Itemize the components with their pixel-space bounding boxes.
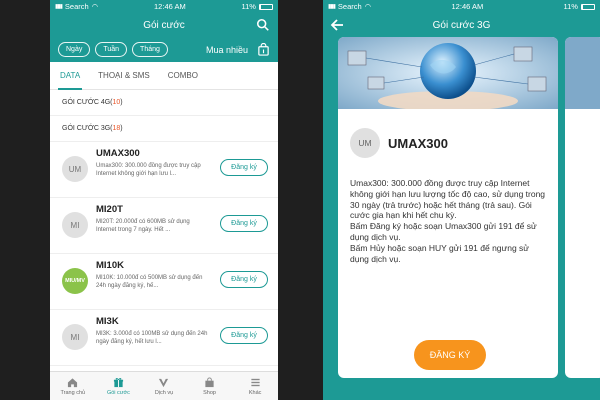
search-icon[interactable] xyxy=(256,18,270,32)
nav-packages-label: Gói cước xyxy=(106,389,130,396)
package-description: Umax300: 300.000 đồng được truy cập Inte… xyxy=(96,163,201,177)
tab-combo[interactable]: COMBO xyxy=(168,62,198,89)
battery-icon xyxy=(580,3,595,10)
battery-icon xyxy=(258,3,273,10)
register-button[interactable]: ĐĂNG KÝ xyxy=(414,340,486,370)
battery-percent: 11% xyxy=(241,2,256,11)
signal-icon: ▮▮▮ xyxy=(55,4,63,10)
status-time: 12:46 AM xyxy=(154,2,186,11)
register-button[interactable]: Đăng ký xyxy=(220,159,268,176)
avatar: UM xyxy=(350,128,380,158)
tab-voice-sms[interactable]: THOẠI & SMS xyxy=(98,62,150,89)
status-bar: ▮▮▮ Search ◠ 12:46 AM 11% xyxy=(50,0,278,13)
description-line: Bấm Đăng ký hoặc soạn Umax300 gửi 191 để… xyxy=(350,221,537,242)
section-4g[interactable]: GÓI CƯỚC 4G(10) xyxy=(50,90,278,116)
nav-packages[interactable]: Gói cước xyxy=(96,372,142,400)
register-button[interactable]: Đăng ký xyxy=(220,327,268,344)
section-4g-count: 10 xyxy=(112,99,121,106)
package-name: UMAX300 xyxy=(96,148,140,159)
battery-percent: 11% xyxy=(563,2,578,11)
header: ▮▮▮ Search ◠ 12:46 AM 11% Gói cước Ngày … xyxy=(50,0,278,62)
next-banner-image xyxy=(565,37,600,109)
tab-data[interactable]: DATA xyxy=(57,62,83,90)
home-icon xyxy=(68,377,78,387)
package-detail-card: UM UMAX300 Umax300: 300.000 đồng được tr… xyxy=(338,37,558,378)
avatar: MI xyxy=(62,324,88,350)
status-bar: ▮▮▮ Search ◠ 12:46 AM 11% xyxy=(323,0,600,13)
avatar: MI xyxy=(62,212,88,238)
section-3g-label: GÓI CƯỚC 3G( xyxy=(62,125,113,132)
package-description: Umax300: 300.000 đồng được truy cập Inte… xyxy=(338,158,558,264)
cart-icon[interactable] xyxy=(257,43,270,56)
filter-month-chip[interactable]: Tháng xyxy=(132,42,168,57)
buy-more-link[interactable]: Mua nhiều xyxy=(206,45,248,55)
register-button[interactable]: Đăng ký xyxy=(220,271,268,288)
package-item[interactable]: MI MI3K MI3K: 3.000đ có 100MB sử dụng đế… xyxy=(50,310,278,366)
filter-week-chip[interactable]: Tuần xyxy=(95,42,128,57)
package-item[interactable]: MI MI20T MI20T: 20.000đ có 600MB sử dụng… xyxy=(50,198,278,254)
package-description: MI20T: 20.000đ có 600MB sử dụng Internet… xyxy=(96,219,190,233)
register-button[interactable]: Đăng ký xyxy=(220,215,268,232)
nav-shop-label: Shop xyxy=(203,389,216,396)
package-description: MI3K: 3.000đ có 100MB sử dụng đến 24h ng… xyxy=(96,331,208,345)
page-title: Gói cước 3G xyxy=(432,19,491,31)
package-item[interactable]: UM UMAX300 Umax300: 300.000 đồng được tr… xyxy=(50,142,278,198)
nav-more[interactable]: Khác xyxy=(232,372,278,400)
period-filters: Ngày Tuần Tháng Mua nhiều xyxy=(50,37,278,62)
carrier-label: Search xyxy=(64,2,89,11)
section-4g-label: GÓI CƯỚC 4G( xyxy=(62,99,113,106)
package-item[interactable]: MIU/MV MI10K MI10K: 10.000đ có 500MB sử … xyxy=(50,254,278,310)
wifi-icon: ◠ xyxy=(364,2,372,11)
signal-icon: ▮▮▮ xyxy=(328,4,336,10)
status-time: 12:46 AM xyxy=(451,2,484,11)
section-3g-count: 18 xyxy=(112,125,121,132)
description-line: Umax300: 300.000 đồng được truy cập Inte… xyxy=(350,178,546,221)
avatar: UM xyxy=(62,156,88,182)
bottom-nav: Trang chủ Gói cước Dịch vụ Shop Khác xyxy=(50,371,278,400)
package-name: MI3K xyxy=(96,316,119,327)
avatar: MIU/MV xyxy=(62,268,88,294)
package-name: UMAX300 xyxy=(388,135,448,151)
category-tabs: DATA THOẠI & SMS COMBO xyxy=(50,62,278,90)
package-detail-screen: ▮▮▮ Search ◠ 12:46 AM 11% Gói cước 3G UM… xyxy=(323,0,600,400)
service-icon xyxy=(159,378,169,387)
package-description: MI10K: 10.000đ có 500MB sử dụng đến 24h … xyxy=(96,275,203,289)
back-arrow-icon[interactable] xyxy=(329,17,345,33)
menu-icon xyxy=(251,378,260,386)
nav-more-label: Khác xyxy=(248,389,262,396)
wifi-icon: ◠ xyxy=(91,2,99,11)
nav-shop[interactable]: Shop xyxy=(187,372,233,400)
nav-services[interactable]: Dịch vụ xyxy=(141,372,187,400)
package-list-screen: ▮▮▮ Search ◠ 12:46 AM 11% Gói cước Ngày … xyxy=(50,0,278,400)
banner-image xyxy=(338,37,558,111)
next-card-peek[interactable] xyxy=(565,37,600,378)
nav-home-label: Trang chủ xyxy=(60,389,86,396)
carrier-label: Search xyxy=(337,2,362,11)
gift-icon xyxy=(113,377,123,387)
section-4g-close: ) xyxy=(120,99,123,106)
nav-home[interactable]: Trang chủ xyxy=(50,372,96,400)
nav-services-label: Dịch vụ xyxy=(154,389,174,396)
package-name: MI10K xyxy=(96,260,124,271)
filter-day-chip[interactable]: Ngày xyxy=(58,42,91,57)
page-title: Gói cước xyxy=(143,19,185,31)
section-3g-close: ) xyxy=(120,125,123,132)
description-line: Bấm Hủy hoặc soạn HUY gửi 191 để ngưng s… xyxy=(350,242,529,264)
package-name: MI20T xyxy=(96,204,123,215)
section-3g[interactable]: GÓI CƯỚC 3G(18) xyxy=(50,116,278,142)
bag-icon xyxy=(205,376,214,387)
